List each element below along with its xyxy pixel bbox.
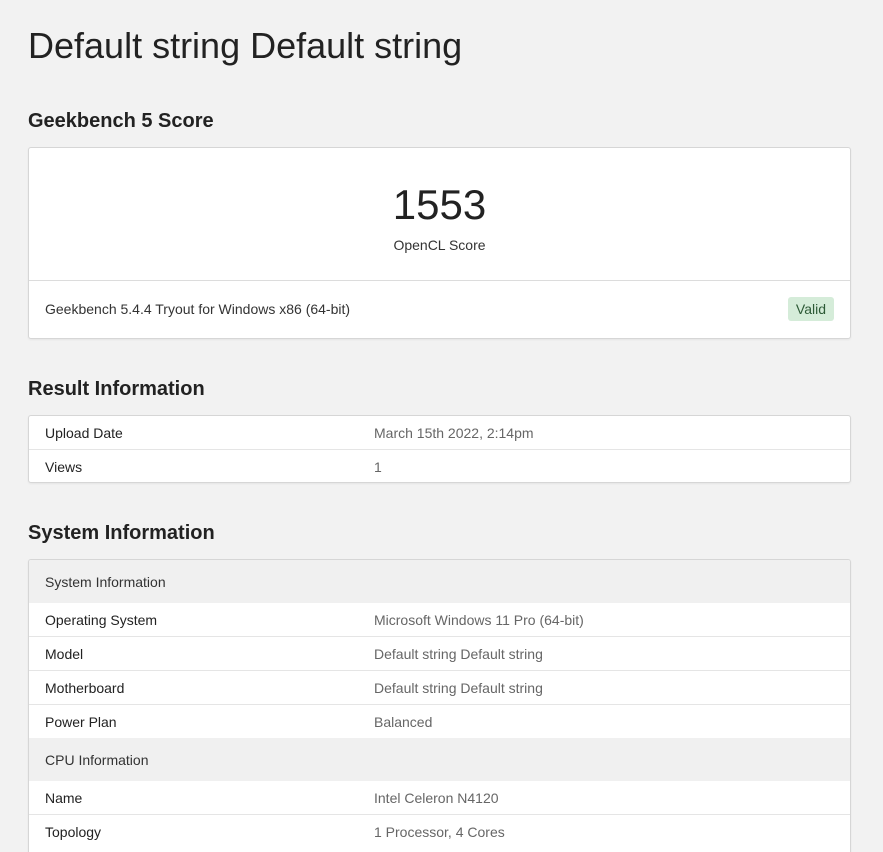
topology-label: Topology <box>29 814 358 848</box>
page-title: Default string Default string <box>28 25 463 66</box>
page: Default string Default string Geekbench … <box>0 0 883 852</box>
model-value: Default string Default string <box>358 636 850 671</box>
table-row: Views 1 <box>29 449 850 482</box>
score-card: 1553 OpenCL Score Geekbench 5.4.4 Tryout… <box>28 147 851 339</box>
views-label: Views <box>29 449 358 482</box>
result-section-heading: Result Information <box>28 378 205 400</box>
score-summary: 1553 OpenCL Score <box>29 148 850 281</box>
operating-system-label: Operating System <box>45 611 158 628</box>
table-row: Power Plan Balanced <box>29 704 850 738</box>
result-info-table: Upload Date March 15th 2022, 2:14pm View… <box>29 416 850 482</box>
table-row: Operating System Microsoft Windows 11 Pr… <box>29 603 850 637</box>
group-title: System Information <box>29 560 850 603</box>
table-row: Motherboard Default string Default strin… <box>29 670 850 705</box>
cpu-name-value: Intel Celeron N4120 <box>374 789 499 806</box>
topology-value: 1 Processor, 4 Cores <box>358 814 850 848</box>
upload-date-value: March 15th 2022, 2:14pm <box>374 424 534 441</box>
opencl-score-label: OpenCL Score <box>393 237 486 253</box>
upload-date-label: Upload Date <box>45 424 123 441</box>
group-header-system: System Information <box>29 560 850 603</box>
group-header-cpu: CPU Information <box>29 738 850 781</box>
model-label: Model <box>29 636 358 671</box>
geekbench-version: Geekbench 5.4.4 Tryout for Windows x86 (… <box>45 301 351 317</box>
system-section-heading: System Information <box>28 522 215 544</box>
table-row: Name Intel Celeron N4120 <box>29 781 850 815</box>
table-row: Topology 1 Processor, 4 Cores <box>29 814 850 848</box>
motherboard-label: Motherboard <box>29 670 358 705</box>
system-info-table: System Information Operating System Micr… <box>29 560 850 848</box>
table-row: Model Default string Default string <box>29 636 850 671</box>
result-info-card: Upload Date March 15th 2022, 2:14pm View… <box>28 415 851 483</box>
system-info-card: System Information Operating System Micr… <box>28 559 851 852</box>
motherboard-value: Default string Default string <box>358 670 850 705</box>
group-title: CPU Information <box>29 738 850 781</box>
opencl-score-value: 1553 <box>392 181 487 228</box>
score-footer: Geekbench 5.4.4 Tryout for Windows x86 (… <box>29 281 850 338</box>
valid-status-badge: Valid <box>787 297 834 321</box>
power-plan-label: Power Plan <box>29 704 358 738</box>
operating-system-value: Microsoft Windows 11 Pro (64-bit) <box>374 611 584 628</box>
views-value: 1 <box>358 449 850 482</box>
score-section-heading: Geekbench 5 Score <box>28 110 214 132</box>
table-row: Upload Date March 15th 2022, 2:14pm <box>29 416 850 450</box>
cpu-name-label: Name <box>45 789 83 806</box>
power-plan-value: Balanced <box>358 704 850 738</box>
